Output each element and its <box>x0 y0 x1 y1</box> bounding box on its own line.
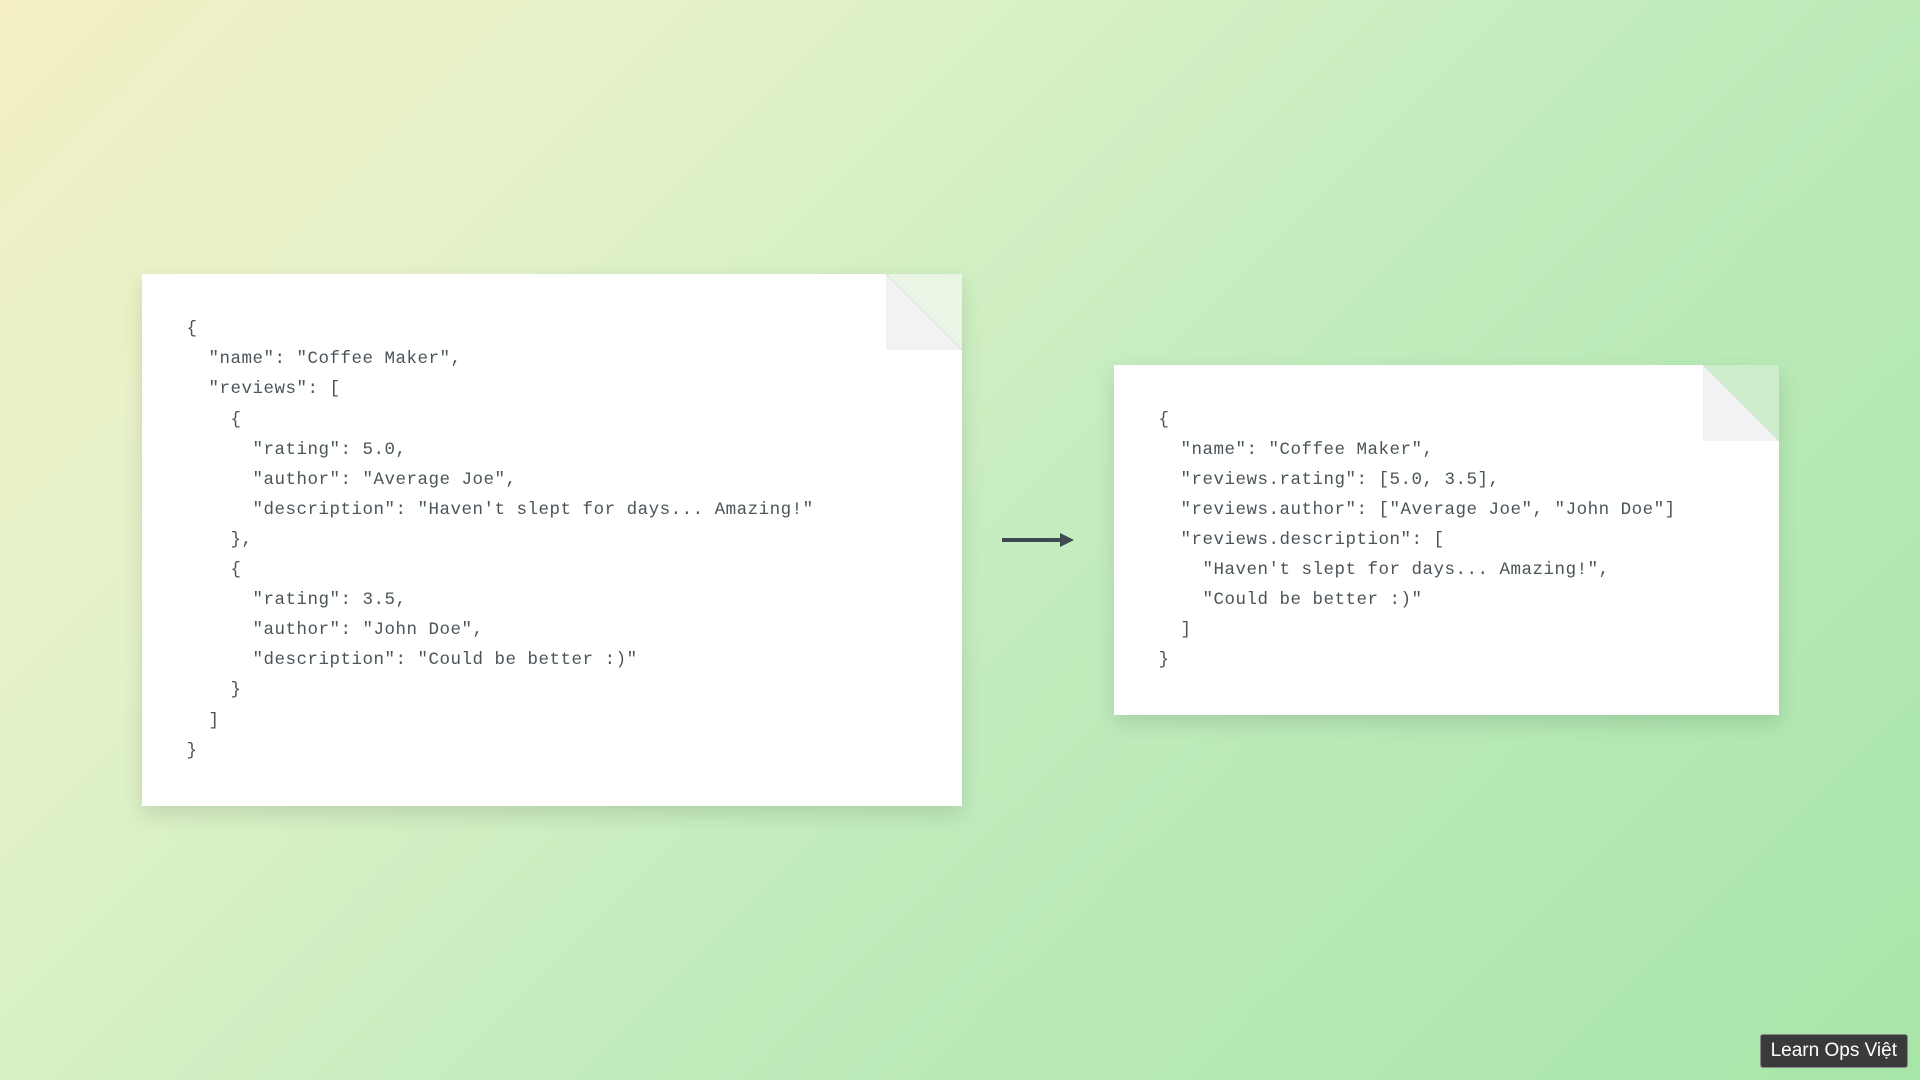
input-json-page: { "name": "Coffee Maker", "reviews": [ {… <box>142 274 962 805</box>
watermark: Learn Ops Việt <box>1760 1034 1908 1068</box>
diagram-container: { "name": "Coffee Maker", "reviews": [ {… <box>0 0 1920 1080</box>
output-json-page: { "name": "Coffee Maker", "reviews.ratin… <box>1114 365 1779 716</box>
input-json-code: { "name": "Coffee Maker", "reviews": [ {… <box>187 314 917 765</box>
page-fold-icon <box>1703 365 1779 441</box>
arrow-icon <box>1002 530 1074 550</box>
page-fold-icon <box>886 274 962 350</box>
output-json-code: { "name": "Coffee Maker", "reviews.ratin… <box>1159 405 1734 676</box>
